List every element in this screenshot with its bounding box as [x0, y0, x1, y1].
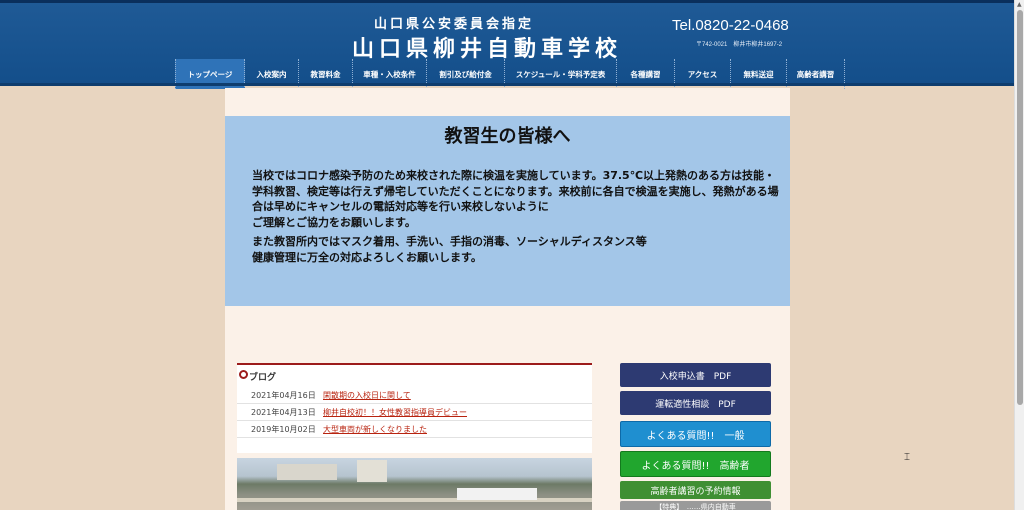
blog-section: ブログ 2021年04月16日 閑散期の入校日に関して 2021年04月13日 …	[237, 363, 592, 453]
notice-paragraph-1: 当校ではコロナ感染予防のため来校された際に検温を実施しています。37.5℃以上発…	[252, 169, 779, 229]
blog-date: 2019年10月02日	[251, 425, 316, 434]
main-nav: トップページ 入校案内 教習料金 車種・入校条件 割引及び給付金 スケジュール・…	[175, 59, 845, 89]
notice-paragraph-2: また教習所内ではマスク着用、手洗い、手指の消毒、ソーシャルディスタンス等 健康管理…	[252, 235, 647, 264]
nav-discounts[interactable]: 割引及び給付金	[427, 59, 505, 89]
blog-entry: 2021年04月13日 柳井自校初！！女性教習指導員デビュー	[237, 404, 592, 421]
blog-date: 2021年04月16日	[251, 391, 316, 400]
notice-title: 教習生の皆様へ	[444, 126, 571, 147]
header-subtitle: 山口県公安委員会指定	[374, 17, 535, 32]
nav-courses[interactable]: 各種講習	[617, 59, 675, 89]
nav-elderly-course[interactable]: 高齢者講習	[787, 59, 845, 89]
blog-heading: ブログ	[249, 373, 277, 383]
application-pdf-button[interactable]: 入校申込書 PDF	[620, 363, 771, 387]
page-scrollbar[interactable]: ▲	[1014, 0, 1024, 510]
nav-admission-guide[interactable]: 入校案内	[245, 59, 299, 89]
circle-bullet-icon	[239, 370, 248, 379]
blog-date: 2021年04月13日	[251, 408, 316, 417]
extra-banner-button[interactable]: 【特典】 ……県内自動車	[620, 501, 771, 510]
blog-entry: 2019年10月02日 大型車両が新しくなりました	[237, 421, 592, 438]
blog-link[interactable]: 大型車両が新しくなりました	[323, 424, 427, 435]
nav-top-page[interactable]: トップページ	[175, 59, 245, 89]
main-content: 教習生の皆様へ 当校ではコロナ感染予防のため来校された際に検温を実施しています。…	[225, 88, 790, 510]
elderly-reservation-button[interactable]: 高齢者講習の予約情報	[620, 481, 771, 499]
nav-schedule[interactable]: スケジュール・学科予定表	[505, 59, 617, 89]
scroll-thumb[interactable]	[1017, 10, 1023, 405]
nav-fees[interactable]: 教習料金	[299, 59, 353, 89]
covid-notice: 教習生の皆様へ 当校ではコロナ感染予防のため来校された際に検温を実施しています。…	[225, 116, 790, 306]
blog-link[interactable]: 閑散期の入校日に関して	[323, 390, 411, 401]
mouse-cursor-icon: ⌶	[904, 452, 910, 463]
faq-general-button[interactable]: よくある質問!! 一般	[620, 421, 771, 447]
nav-free-shuttle[interactable]: 無料送迎	[731, 59, 787, 89]
faq-elderly-button[interactable]: よくある質問!! 高齢者	[620, 451, 771, 477]
header-address: 〒742-0021 柳井市柳井1697-2	[696, 42, 783, 48]
blog-link[interactable]: 柳井自校初！！女性教習指導員デビュー	[323, 407, 467, 418]
nav-access[interactable]: アクセス	[675, 59, 731, 89]
blog-entry: 2021年04月16日 閑散期の入校日に関して	[237, 387, 592, 404]
aptitude-pdf-button[interactable]: 運転適性相談 PDF	[620, 391, 771, 415]
site-header: 山口県公安委員会指定 山口県柳井自動車学校 Tel.0820-22-0468 〒…	[0, 0, 1014, 89]
header-phone: Tel.0820-22-0468	[672, 17, 789, 34]
nav-vehicle-conditions[interactable]: 車種・入校条件	[353, 59, 427, 89]
school-course-photo	[237, 458, 592, 510]
scroll-up-arrow-icon[interactable]: ▲	[1017, 1, 1022, 8]
